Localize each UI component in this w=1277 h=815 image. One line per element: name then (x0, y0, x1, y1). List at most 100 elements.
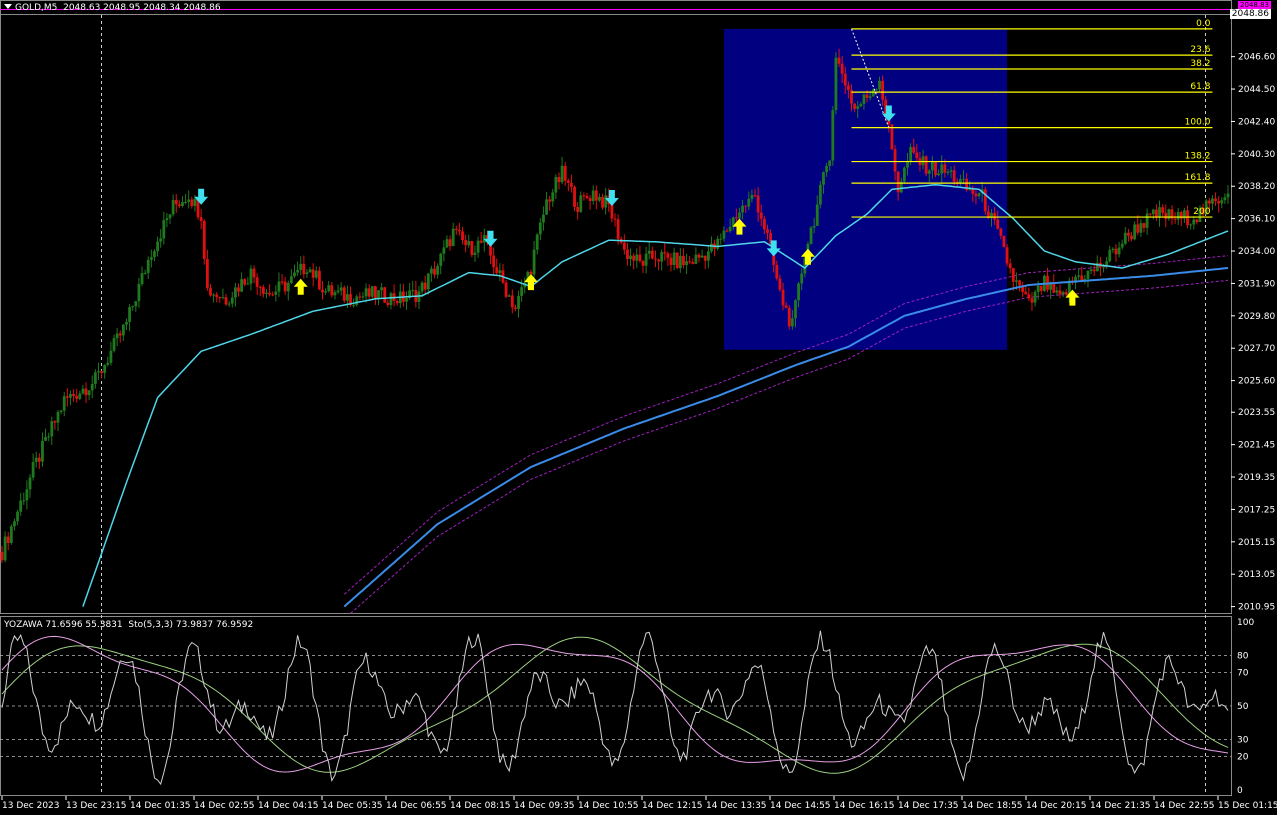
bear-candle-body (199, 217, 203, 221)
bull-candle-body (834, 57, 838, 111)
bull-candle-body (339, 287, 343, 291)
bear-candle-body (243, 279, 247, 285)
bull-candle-body (16, 511, 19, 522)
bull-candle-body (1105, 261, 1109, 266)
bull-candle-body (230, 297, 234, 304)
bull-candle-body (517, 295, 520, 309)
bear-candle-body (53, 421, 57, 423)
bull-candle-body (647, 250, 651, 254)
bull-candle-body (579, 195, 583, 212)
bear-candle-body (641, 260, 645, 266)
bull-candle-body (1108, 250, 1112, 262)
bull-candle-body (741, 205, 744, 213)
bull-candle-body (305, 272, 309, 274)
bull-candle-body (629, 255, 632, 260)
bull-candle-body (59, 410, 63, 413)
price-tick-label: 2025.60 (1238, 377, 1275, 387)
bull-candle-body (520, 287, 524, 296)
bear-candle-body (215, 294, 219, 298)
bull-candle-body (156, 241, 159, 252)
bear-candle-body (218, 297, 222, 299)
price-tick-label: 2029.80 (1238, 312, 1275, 322)
bull-candle-body (809, 227, 813, 244)
bear-candle-body (367, 288, 371, 297)
bull-candle-body (137, 283, 141, 302)
bull-candle-body (233, 287, 237, 298)
bull-candle-body (345, 294, 349, 301)
bull-candle-body (81, 388, 85, 394)
bear-candle-body (753, 195, 757, 197)
bear-candle-body (703, 255, 707, 261)
bear-candle-body (1142, 223, 1146, 228)
price-tick-label: 2015.15 (1238, 538, 1275, 548)
bear-candle-body (688, 261, 692, 263)
bull-candle-body (878, 80, 881, 90)
bear-candle-body (846, 85, 850, 90)
bull-candle-body (25, 489, 29, 501)
bull-candle-body (1117, 247, 1121, 255)
bull-candle-body (286, 282, 290, 292)
bear-candle-body (1217, 201, 1221, 204)
bear-candle-body (358, 296, 362, 298)
bear-candle-body (1186, 210, 1189, 226)
bull-candle-body (532, 249, 536, 275)
bull-candle-body (719, 238, 723, 240)
price-tick-label: 2042.40 (1238, 117, 1275, 127)
time-tick-label: 14 Dec 18:55 (962, 801, 1023, 811)
bear-candle-body (84, 388, 88, 396)
bull-candle-body (1086, 270, 1090, 279)
bull-candle-body (420, 282, 424, 292)
bull-candle-body (50, 421, 54, 437)
bull-candle-body (700, 255, 704, 258)
bear-candle-body (843, 73, 847, 86)
bear-candle-body (1024, 291, 1028, 295)
bear-candle-body (504, 282, 508, 297)
collapse-triangle-icon[interactable] (4, 4, 12, 9)
bear-candle-body (283, 281, 287, 292)
bull-candle-body (560, 165, 564, 183)
bull-candle-body (13, 521, 16, 527)
bear-candle-body (566, 180, 570, 183)
bear-candle-body (1207, 200, 1211, 204)
bull-candle-body (1033, 291, 1037, 303)
bull-candle-body (797, 283, 800, 301)
fib-level-label: 161.8 (1185, 173, 1211, 183)
bull-candle-body (672, 252, 676, 265)
fib-level-label: 138.2 (1185, 152, 1211, 162)
bull-candle-body (1176, 212, 1180, 220)
bull-candle-body (1226, 193, 1230, 198)
gold-chart[interactable]: 0.023.638.261.8100.0138.2161.8200 2046.6… (0, 0, 1277, 815)
bull-candle-body (868, 96, 872, 98)
bull-candle-body (140, 273, 144, 284)
bull-candle-body (131, 306, 135, 308)
bear-candle-body (514, 307, 517, 309)
bull-candle-body (800, 273, 804, 284)
bull-candle-body (476, 240, 480, 253)
bull-candle-body (240, 279, 243, 292)
bear-candle-body (433, 268, 436, 275)
bull-candle-body (333, 292, 337, 296)
time-tick-label: 14 Dec 02:55 (194, 801, 255, 811)
bear-candle-body (601, 196, 604, 208)
osc-tick-label: 70 (1237, 668, 1249, 678)
chart-header: GOLD,M5 2048.63 2048.95 2048.34 2048.86 (4, 3, 221, 13)
bear-candle-body (557, 176, 561, 183)
bear-candle-body (0, 551, 4, 561)
bull-candle-body (112, 338, 116, 351)
bear-candle-body (1018, 280, 1021, 286)
current-price-badge: 2048.86 (1229, 9, 1271, 19)
bear-candle-body (268, 292, 272, 295)
bull-candle-body (31, 462, 35, 478)
bull-candle-body (97, 371, 100, 373)
bear-candle-body (118, 333, 122, 336)
bull-candle-body (227, 303, 231, 305)
osc-tick-label: 0 (1237, 786, 1243, 796)
bull-candle-body (977, 193, 981, 197)
bull-candle-body (442, 247, 446, 254)
bear-candle-body (573, 186, 576, 208)
bull-candle-body (149, 257, 153, 260)
bull-candle-body (249, 268, 253, 284)
bull-candle-body (859, 103, 863, 107)
bear-candle-body (766, 229, 769, 233)
bull-candle-body (364, 288, 368, 297)
